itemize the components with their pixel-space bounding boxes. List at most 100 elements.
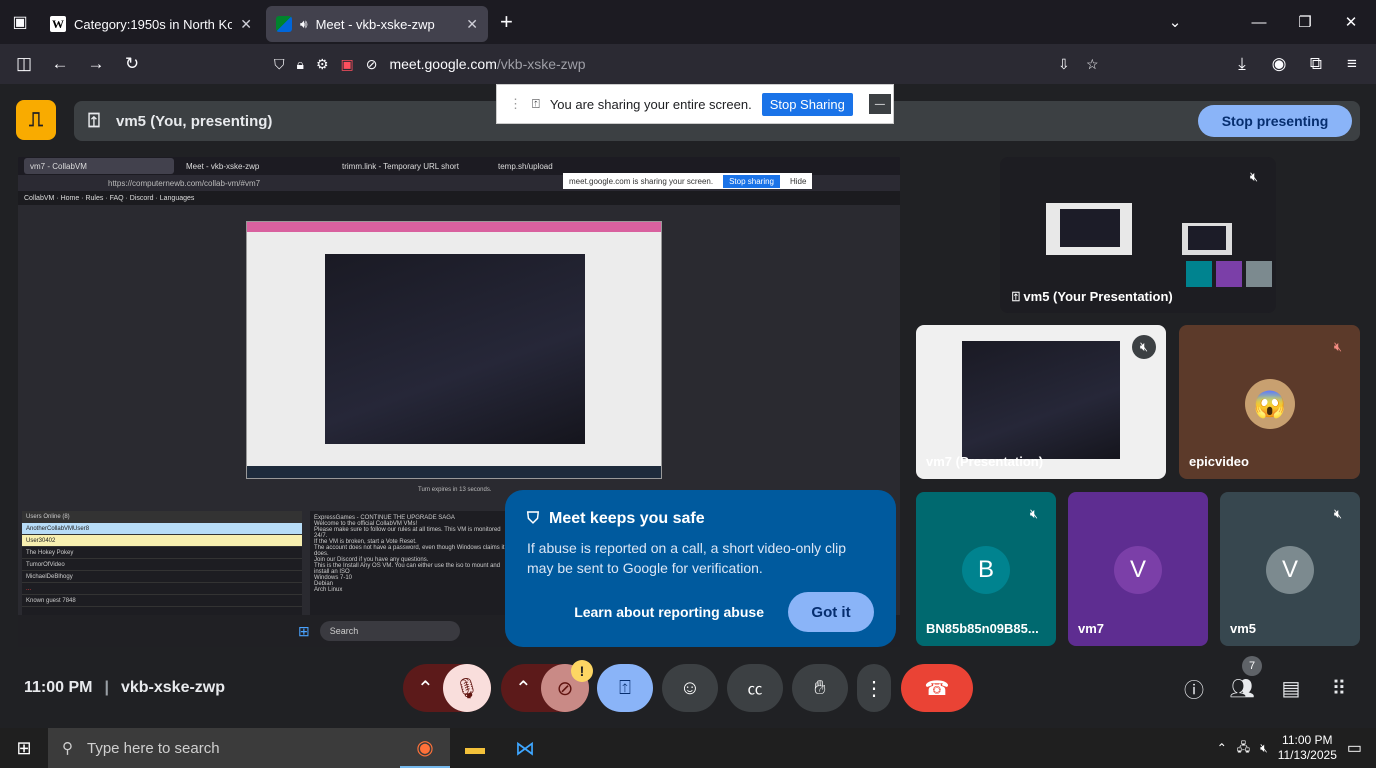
raise-hand-button[interactable]: ✋︎ — [792, 664, 848, 712]
account-icon[interactable]: ◉ — [1261, 44, 1297, 84]
avatar: B — [962, 546, 1010, 594]
windows-start-icon[interactable]: ⊞ — [0, 728, 48, 768]
forward-icon[interactable]: → — [78, 44, 114, 84]
people-icon[interactable]: 👥︎ — [1226, 672, 1258, 704]
vscode-icon[interactable]: ⋈ — [500, 728, 550, 768]
emoji-reactions-button[interactable]: ☺ — [662, 664, 718, 712]
permissions-icon[interactable]: ⚙ — [316, 56, 329, 73]
reload-icon[interactable]: ↻ — [114, 44, 150, 84]
present-screen-button[interactable]: ⍐ — [597, 664, 653, 712]
present-icon: ⍐ — [88, 109, 100, 132]
turn-timer: Turn expires in 13 seconds. — [418, 487, 492, 493]
close-tab-icon[interactable]: ✕ — [466, 16, 478, 33]
captions-button[interactable]: ㏄ — [727, 664, 783, 712]
camera-warning-badge: ! — [571, 660, 593, 682]
mic-toggle-button[interactable]: 🎙︎ — [443, 664, 491, 712]
taskbar-search[interactable]: ⚲ Type here to search — [48, 728, 400, 768]
file-explorer-icon[interactable]: ▬ — [450, 728, 500, 768]
speaker-icon[interactable]: 🔊︎ — [300, 17, 308, 32]
present-icon: ⍐ — [619, 676, 631, 699]
chevron-up-icon[interactable]: ⌃ — [1217, 741, 1227, 755]
safety-body: If abuse is reported on a call, a short … — [527, 540, 847, 576]
navigation-bar: ◫ ← → ↻ ⛉ 🔒︎ ⚙ ▣ ⊘ meet.google.com/vkb-x… — [0, 44, 1376, 84]
meet-logo: ⎍ — [16, 100, 56, 140]
tab-meet[interactable]: 🔊︎ Meet - vkb-xske-zwp ✕ — [266, 6, 488, 42]
share-screen-icon: ⍐ — [532, 96, 540, 111]
chat-icon[interactable]: ▤ — [1275, 672, 1307, 704]
minimize-banner-icon[interactable]: — — [868, 94, 891, 114]
learn-reporting-link[interactable]: Learn about reporting abuse — [574, 604, 764, 620]
mic-off-icon: 🎙︎ — [454, 677, 480, 700]
avatar: V — [1114, 546, 1162, 594]
emoji-icon: ☺ — [679, 676, 701, 699]
volume-muted-icon[interactable]: 🔇︎ — [1260, 741, 1268, 756]
participant-tile-vm7-presentation[interactable]: 🔇︎ vm7 (Presentation) — [916, 325, 1166, 479]
sidebar-icon[interactable]: ◫ — [6, 44, 42, 84]
minimize-icon[interactable]: — — [1236, 0, 1282, 44]
meeting-time: 11:00 PM — [24, 679, 93, 696]
meeting-code: vkb-xske-zwp — [120, 679, 226, 696]
extensions-icon[interactable]: ⧉ — [1298, 44, 1334, 84]
downloads-icon[interactable]: ⤓ — [1224, 44, 1260, 84]
close-window-icon[interactable]: ✕ — [1328, 0, 1374, 44]
participant-name: epicvideo — [1189, 454, 1249, 469]
participant-tile-vm7[interactable]: V vm7 — [1068, 492, 1208, 646]
inner-tab: temp.sh/upload — [498, 161, 553, 171]
network-icon[interactable]: 🖧︎ — [1237, 738, 1250, 759]
new-tab-icon[interactable]: + — [500, 9, 513, 35]
bookmark-star-icon[interactable]: ☆ — [1086, 56, 1099, 73]
install-icon[interactable]: ⇩ — [1058, 56, 1070, 73]
firefox-icon[interactable]: ◉ — [400, 728, 450, 768]
avatar: V — [1266, 546, 1314, 594]
mic-off-icon: 🔇︎ — [1132, 335, 1156, 359]
inner-tab: vm7 - CollabVM — [24, 158, 174, 174]
shield-icon[interactable]: ⛉ — [274, 56, 285, 73]
stop-sharing-button[interactable]: Stop Sharing — [761, 92, 853, 116]
meeting-details-icon[interactable]: ⓘ — [1178, 672, 1210, 704]
chevron-up-icon: ⌃ — [417, 677, 434, 700]
drag-handle-icon[interactable]: ⋮ — [509, 96, 522, 112]
inner-tab: Meet - vkb-xske-zwp — [186, 161, 260, 171]
safety-title: Meet keeps you safe — [549, 510, 705, 527]
activities-icon[interactable]: ⠿ — [1323, 672, 1355, 704]
menu-icon[interactable]: ≡ — [1334, 44, 1370, 84]
collabvm-menu: CollabVM · Home · Rules · FAQ · Discord … — [18, 191, 900, 205]
restore-icon[interactable]: ❐ — [1282, 0, 1328, 44]
participant-tile-vm5[interactable]: V 🔇︎ vm5 — [1220, 492, 1360, 646]
shield-info-icon: ⛉ — [527, 510, 540, 527]
more-vertical-icon: ⋮ — [864, 677, 884, 700]
got-it-button[interactable]: Got it — [788, 592, 874, 632]
presenting-label: vm5 (You, presenting) — [116, 112, 273, 130]
windows-taskbar: ⊞ ⚲ Type here to search ◉ ▬ ⋈ ⌃ 🖧︎ 🔇︎ 11… — [0, 728, 1376, 768]
tab-overview-icon[interactable]: ▣ — [0, 0, 40, 44]
participant-tile-bn85[interactable]: B 🔇︎ BN85b85n09B85... — [916, 492, 1056, 646]
screen-share-indicator-icon[interactable]: ▣ — [341, 56, 354, 73]
mic-off-indicator-icon[interactable]: ⊘ — [366, 56, 378, 73]
mic-off-icon: 🔇︎ — [1333, 506, 1343, 521]
meeting-info: 11:00 PM | vkb-xske-zwp — [24, 679, 226, 696]
taskbar-clock[interactable]: 11:00 PM 11/13/2025 — [1278, 733, 1337, 763]
leave-call-button[interactable]: ☎︎ — [901, 664, 973, 712]
url-text[interactable]: meet.google.com/vkb-xske-zwp — [389, 56, 585, 72]
vm-desktop — [325, 254, 585, 444]
camera-off-icon: ⊘ — [556, 677, 574, 700]
lock-icon[interactable]: 🔒︎ — [297, 56, 304, 73]
participant-name: BN85b85n09B85... — [926, 621, 1039, 636]
back-icon[interactable]: ← — [42, 44, 78, 84]
participant-name: vm7 — [1078, 621, 1105, 636]
chevron-up-icon: ⌃ — [515, 677, 532, 700]
chevron-down-icon[interactable]: ⌄ — [1152, 0, 1198, 44]
taskbar-search-placeholder: Type here to search — [87, 739, 220, 757]
notifications-icon[interactable]: ▭ — [1347, 738, 1362, 758]
people-count-badge: 7 — [1242, 656, 1262, 676]
more-options-button[interactable]: ⋮ — [857, 664, 891, 712]
tab-wikipedia[interactable]: W Category:1950s in North Korea ✕ — [40, 6, 262, 42]
participant-tile-epicvideo[interactable]: 😱 🔇︎ epicvideo — [1179, 325, 1360, 479]
participant-name: ⍐ vm5 (Your Presentation) — [1012, 289, 1173, 304]
participant-tile-vm5-presentation[interactable]: 🔇︎ ⍐ vm5 (Your Presentation) — [1000, 157, 1276, 313]
mic-off-icon: 🔇︎ — [1249, 169, 1259, 184]
url-bar[interactable]: ⛉ 🔒︎ ⚙ ▣ ⊘ meet.google.com/vkb-xske-zwp … — [266, 48, 1116, 80]
close-tab-icon[interactable]: ✕ — [240, 16, 252, 33]
hand-icon: ✋︎ — [814, 676, 826, 699]
stop-presenting-button[interactable]: Stop presenting — [1198, 105, 1352, 137]
